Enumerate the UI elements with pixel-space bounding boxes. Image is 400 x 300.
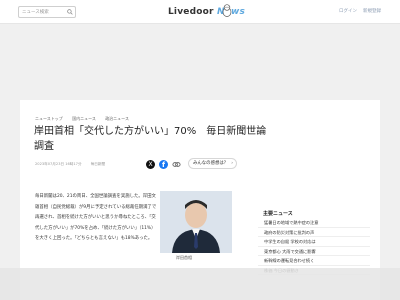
comments-label: みんなの感想は？ bbox=[193, 161, 229, 166]
search-input[interactable]: ニュース検索 bbox=[18, 6, 76, 18]
mascot-icon bbox=[222, 4, 232, 17]
list-item[interactable]: 東京都心 大雨で交通に影響 bbox=[258, 247, 370, 256]
facebook-share-icon[interactable]: f bbox=[159, 160, 168, 169]
breadcrumb-item-politics[interactable]: 政治ニュース bbox=[105, 116, 129, 121]
site-logo[interactable]: Livedoor News bbox=[168, 6, 245, 18]
article-meta: 2023年07月23日 16時17分 毎日新聞 bbox=[35, 162, 113, 167]
article-source[interactable]: 毎日新聞 bbox=[91, 162, 105, 166]
list-item[interactable]: 中学生の自殺 学校の対応は bbox=[258, 237, 370, 247]
article-body: 毎日新聞は20、21の両日、全国世論調査を実施した。岸田文雄首相（自民党総裁）が… bbox=[35, 194, 157, 241]
search-placeholder: ニュース検索 bbox=[22, 10, 49, 15]
bottom-overlay bbox=[0, 268, 400, 300]
list-item[interactable]: 新幹線の運転見合わせ続く bbox=[258, 256, 370, 266]
breadcrumb-item-domestic[interactable]: 国内ニュース bbox=[72, 116, 96, 121]
comments-button[interactable]: みんなの感想は？ › bbox=[188, 158, 237, 169]
x-share-icon[interactable]: X bbox=[146, 160, 155, 169]
top-bar: ニュース検索 Livedoor News ログイン 新規登録 bbox=[0, 0, 400, 24]
photo-caption: 岸田首相 bbox=[176, 255, 192, 260]
login-link[interactable]: ログイン bbox=[339, 8, 357, 14]
ad-area bbox=[0, 24, 400, 100]
sidebar-title: 主要ニュース bbox=[263, 211, 293, 217]
article-date: 2023年07月23日 16時17分 bbox=[35, 162, 82, 166]
link-copy-icon[interactable] bbox=[172, 160, 181, 169]
breadcrumb: ニューストップ 国内ニュース 政治ニュース bbox=[35, 116, 137, 122]
breadcrumb-item-top[interactable]: ニューストップ bbox=[35, 116, 63, 121]
list-item[interactable]: 政府の防災対策に批判の声 bbox=[258, 228, 370, 237]
signup-link[interactable]: 新規登録 bbox=[363, 8, 381, 14]
list-item[interactable]: 猛暑日の地域で熱中症の注意 bbox=[258, 218, 370, 228]
search-icon[interactable] bbox=[67, 9, 73, 15]
chevron-right-icon: › bbox=[231, 161, 233, 166]
article-title: 岸田首相「交代した方がいい」70% 毎日新聞世論調査 bbox=[34, 126, 267, 152]
sidebar-news-list: 猛暑日の地域で熱中症の注意 政府の防災対策に批判の声 中学生の自殺 学校の対応は… bbox=[258, 218, 370, 275]
article-photo bbox=[160, 191, 232, 253]
